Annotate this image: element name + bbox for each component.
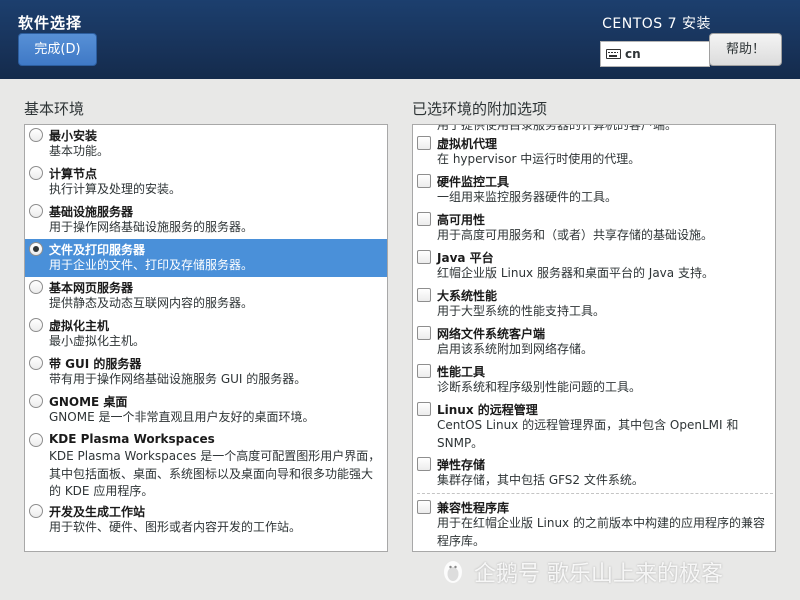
addon-name: 虚拟机代理 xyxy=(437,137,498,151)
env-item-desc: KDE Plasma Workspaces 是一个高度可配置图形用户界面，其中包… xyxy=(49,449,381,498)
addon-desc: 诊断系统和程序级别性能问题的工具。 xyxy=(437,380,642,394)
done-button[interactable]: 完成(D) xyxy=(18,33,97,66)
checkbox[interactable] xyxy=(417,288,431,302)
keyboard-layout-label: cn xyxy=(625,47,641,61)
env-item-server-with-gui[interactable]: 带 GUI 的服务器 带有用于操作网络基础设施服务 GUI 的服务器。 xyxy=(25,353,387,391)
env-item-gnome-desktop[interactable]: GNOME 桌面 GNOME 是一个非常直观且用户友好的桌面环境。 xyxy=(25,391,387,429)
addons-list: 用于提供使用目录服务器的计算机的客户端。 虚拟机代理 在 hypervisor … xyxy=(412,124,776,552)
env-item-infrastructure-server[interactable]: 基础设施服务器 用于操作网络基础设施服务的服务器。 xyxy=(25,201,387,239)
env-item-name: 基本网页服务器 xyxy=(49,281,134,295)
radio-button[interactable] xyxy=(29,204,43,218)
checkbox[interactable] xyxy=(417,212,431,226)
addon-desc: 一组用来监控服务器硬件的工具。 xyxy=(437,190,618,204)
addon-item-remote-management[interactable]: Linux 的远程管理 CentOS Linux 的远程管理界面，其中包含 Op… xyxy=(413,399,775,454)
radio-button[interactable] xyxy=(29,433,43,447)
env-item-desc: 带有用于操作网络基础设施服务 GUI 的服务器。 xyxy=(49,372,307,386)
addon-name: 大系统性能 xyxy=(437,289,498,303)
checkbox[interactable] xyxy=(417,250,431,264)
env-item-name: KDE Plasma Workspaces xyxy=(49,432,215,446)
env-item-desc: 用于操作网络基础设施服务的服务器。 xyxy=(49,220,254,234)
env-item-name: 计算节点 xyxy=(49,167,98,181)
addon-item-guest-agents[interactable]: 虚拟机代理 在 hypervisor 中运行时使用的代理。 xyxy=(413,133,775,171)
addon-item-nfs-client[interactable]: 网络文件系统客户端 启用该系统附加到网络存储。 xyxy=(413,323,775,361)
env-item-name: 基础设施服务器 xyxy=(49,205,134,219)
help-button[interactable]: 帮助！ xyxy=(709,33,782,66)
addon-name: Java 平台 xyxy=(437,251,494,265)
checkbox[interactable] xyxy=(417,326,431,340)
addon-item-compatibility-libraries[interactable]: 兼容性程序库 用于在红帽企业版 Linux 的之前版本中构建的应用程序的兼容程序… xyxy=(413,497,775,551)
addon-desc-partial: 用于提供使用目录服务器的计算机的客户端。 xyxy=(437,124,678,132)
env-item-desc: 基本功能。 xyxy=(49,144,110,158)
env-item-name: 带 GUI 的服务器 xyxy=(49,357,142,371)
env-item-kde-plasma[interactable]: KDE Plasma Workspaces KDE Plasma Workspa… xyxy=(25,429,387,501)
addon-name: 兼容性程序库 xyxy=(437,501,510,515)
env-item-desc: 最小虚拟化主机。 xyxy=(49,334,146,348)
env-item-name: 最小安装 xyxy=(49,129,98,143)
addon-name: 性能工具 xyxy=(437,365,486,379)
checkbox[interactable] xyxy=(417,174,431,188)
checkbox[interactable] xyxy=(417,457,431,471)
addon-item-large-systems[interactable]: 大系统性能 用于大型系统的性能支持工具。 xyxy=(413,285,775,323)
radio-button[interactable] xyxy=(29,318,43,332)
env-item-name: GNOME 桌面 xyxy=(49,395,128,409)
addon-desc: 集群存储，其中包括 GFS2 文件系统。 xyxy=(437,473,644,487)
checkbox[interactable] xyxy=(417,136,431,150)
env-item-name: 文件及打印服务器 xyxy=(49,243,146,257)
addon-desc: 红帽企业版 Linux 服务器和桌面平台的 Java 支持。 xyxy=(437,266,714,280)
addons-title: 已选环境的附加选项 xyxy=(412,100,548,118)
penguin-logo-icon xyxy=(444,561,462,583)
env-item-desc: 提供静态及动态互联网内容的服务器。 xyxy=(49,296,254,310)
keyboard-layout-indicator[interactable]: cn xyxy=(600,41,710,67)
product-title: CENTOS 7 安装 xyxy=(602,16,711,32)
addon-desc: 在 hypervisor 中运行时使用的代理。 xyxy=(437,152,641,166)
addon-item-performance-tools[interactable]: 性能工具 诊断系统和程序级别性能问题的工具。 xyxy=(413,361,775,399)
radio-button[interactable] xyxy=(29,356,43,370)
env-item-desc: 用于软件、硬件、图形或者内容开发的工作站。 xyxy=(49,520,302,534)
header-bar: 软件选择 完成(D) CENTOS 7 安装 cn 帮助！ xyxy=(0,0,800,79)
addon-item-resilient-storage[interactable]: 弹性存储 集群存储，其中包括 GFS2 文件系统。 xyxy=(413,454,775,492)
addon-name: 高可用性 xyxy=(437,213,486,227)
addon-name: 弹性存储 xyxy=(437,458,486,472)
env-item-virtualization-host[interactable]: 虚拟化主机 最小虚拟化主机。 xyxy=(25,315,387,353)
base-environment-title: 基本环境 xyxy=(24,100,85,118)
addon-item-hardware-monitoring[interactable]: 硬件监控工具 一组用来监控服务器硬件的工具。 xyxy=(413,171,775,209)
radio-button[interactable] xyxy=(29,166,43,180)
env-item-desc: GNOME 是一个非常直观且用户友好的桌面环境。 xyxy=(49,410,315,424)
env-item-name: 虚拟化主机 xyxy=(49,319,110,333)
keyboard-icon xyxy=(606,49,621,59)
addon-desc: CentOS Linux 的远程管理界面，其中包含 OpenLMI 和 SNMP… xyxy=(437,418,739,450)
radio-button-selected[interactable] xyxy=(29,242,43,256)
env-item-development-workstation[interactable]: 开发及生成工作站 用于软件、硬件、图形或者内容开发的工作站。 xyxy=(25,501,387,541)
env-item-file-print-server[interactable]: 文件及打印服务器 用于企业的文件、打印及存储服务器。 xyxy=(25,239,387,277)
radio-button[interactable] xyxy=(29,394,43,408)
env-item-basic-web-server[interactable]: 基本网页服务器 提供静态及动态互联网内容的服务器。 xyxy=(25,277,387,315)
radio-button[interactable] xyxy=(29,280,43,294)
addon-item-java-platform[interactable]: Java 平台 红帽企业版 Linux 服务器和桌面平台的 Java 支持。 xyxy=(413,247,775,285)
base-environment-list: 最小安装 基本功能。 计算节点 执行计算及处理的安装。 基础设施服务器 用于操作… xyxy=(24,124,388,552)
page-title: 软件选择 xyxy=(18,14,83,32)
addon-name: Linux 的远程管理 xyxy=(437,403,538,417)
radio-button[interactable] xyxy=(29,128,43,142)
addon-name: 硬件监控工具 xyxy=(437,175,510,189)
addon-desc: 用于大型系统的性能支持工具。 xyxy=(437,304,606,318)
watermark-text: 企鹅号 歌乐山上来的极客 xyxy=(474,562,723,587)
env-item-desc: 执行计算及处理的安装。 xyxy=(49,182,182,196)
checkbox[interactable] xyxy=(417,402,431,416)
list-separator xyxy=(417,493,773,494)
addon-desc: 用于高度可用服务和（或者）共享存储的基础设施。 xyxy=(437,228,714,242)
env-item-compute-node[interactable]: 计算节点 执行计算及处理的安装。 xyxy=(25,163,387,201)
addon-name: 网络文件系统客户端 xyxy=(437,327,546,341)
env-item-minimal[interactable]: 最小安装 基本功能。 xyxy=(25,125,387,163)
env-item-desc: 用于企业的文件、打印及存储服务器。 xyxy=(49,258,254,272)
addon-item-high-availability[interactable]: 高可用性 用于高度可用服务和（或者）共享存储的基础设施。 xyxy=(413,209,775,247)
checkbox[interactable] xyxy=(417,364,431,378)
checkbox[interactable] xyxy=(417,500,431,514)
radio-button[interactable] xyxy=(29,504,43,518)
env-item-name: 开发及生成工作站 xyxy=(49,505,146,519)
addon-desc: 用于在红帽企业版 Linux 的之前版本中构建的应用程序的兼容程序库。 xyxy=(437,516,765,548)
addon-desc: 启用该系统附加到网络存储。 xyxy=(437,342,594,356)
